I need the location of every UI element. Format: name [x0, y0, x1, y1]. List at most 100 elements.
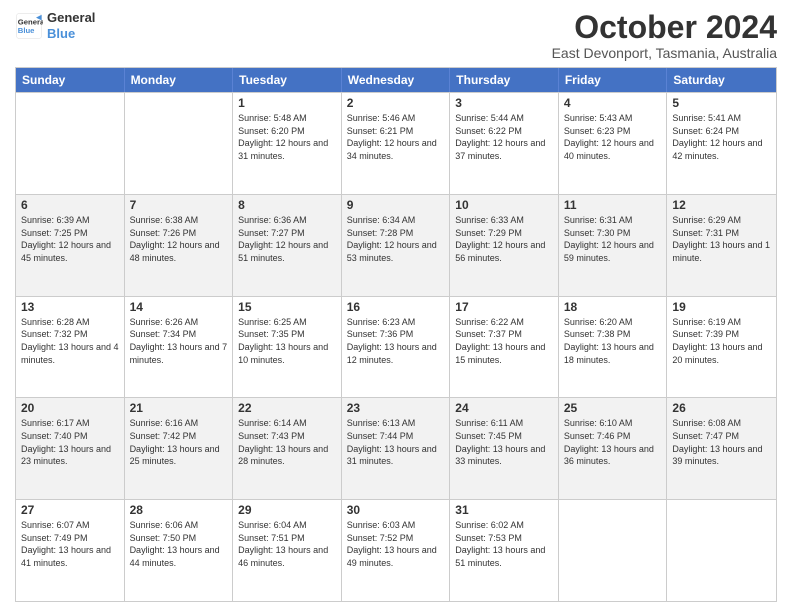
day-number: 11	[564, 198, 662, 212]
day-number: 24	[455, 401, 553, 415]
day-number: 29	[238, 503, 336, 517]
svg-text:Blue: Blue	[18, 26, 35, 35]
day-info: Sunrise: 5:43 AM Sunset: 6:23 PM Dayligh…	[564, 112, 662, 162]
day-info: Sunrise: 6:11 AM Sunset: 7:45 PM Dayligh…	[455, 417, 553, 467]
day-info: Sunrise: 6:31 AM Sunset: 7:30 PM Dayligh…	[564, 214, 662, 264]
day-number: 20	[21, 401, 119, 415]
cal-cell: 5 Sunrise: 5:41 AM Sunset: 6:24 PM Daylig…	[667, 93, 776, 194]
cal-cell: 17 Sunrise: 6:22 AM Sunset: 7:37 PM Dayli…	[450, 297, 559, 398]
title-block: October 2024 East Devonport, Tasmania, A…	[552, 10, 777, 61]
cal-cell: 29 Sunrise: 6:04 AM Sunset: 7:51 PM Dayli…	[233, 500, 342, 601]
cal-cell: 16 Sunrise: 6:23 AM Sunset: 7:36 PM Dayli…	[342, 297, 451, 398]
day-info: Sunrise: 5:41 AM Sunset: 6:24 PM Dayligh…	[672, 112, 771, 162]
day-info: Sunrise: 6:38 AM Sunset: 7:26 PM Dayligh…	[130, 214, 228, 264]
day-info: Sunrise: 5:48 AM Sunset: 6:20 PM Dayligh…	[238, 112, 336, 162]
day-number: 14	[130, 300, 228, 314]
header-cell-thursday: Thursday	[450, 68, 559, 92]
day-number: 26	[672, 401, 771, 415]
cal-cell	[667, 500, 776, 601]
cal-cell: 7 Sunrise: 6:38 AM Sunset: 7:26 PM Daylig…	[125, 195, 234, 296]
day-info: Sunrise: 6:02 AM Sunset: 7:53 PM Dayligh…	[455, 519, 553, 569]
cal-cell: 22Sunrise: 6:14 AM Sunset: 7:43 PM Dayli…	[233, 398, 342, 499]
cal-cell: 21 Sunrise: 6:16 AM Sunset: 7:42 PM Dayli…	[125, 398, 234, 499]
day-info: Sunrise: 5:44 AM Sunset: 6:22 PM Dayligh…	[455, 112, 553, 162]
header-cell-sunday: Sunday	[16, 68, 125, 92]
day-number: 7	[130, 198, 228, 212]
day-number: 16	[347, 300, 445, 314]
day-number: 23	[347, 401, 445, 415]
day-number: 27	[21, 503, 119, 517]
day-info: Sunrise: 5:46 AM Sunset: 6:21 PM Dayligh…	[347, 112, 445, 162]
day-info: Sunrise: 6:08 AM Sunset: 7:47 PM Dayligh…	[672, 417, 771, 467]
cal-cell	[16, 93, 125, 194]
logo-line1: General	[47, 10, 95, 26]
cal-cell: 27Sunrise: 6:07 AM Sunset: 7:49 PM Dayli…	[16, 500, 125, 601]
day-number: 10	[455, 198, 553, 212]
cal-cell: 18Sunrise: 6:20 AM Sunset: 7:38 PM Dayli…	[559, 297, 668, 398]
day-number: 25	[564, 401, 662, 415]
cal-cell: 15Sunrise: 6:25 AM Sunset: 7:35 PM Dayli…	[233, 297, 342, 398]
day-info: Sunrise: 6:22 AM Sunset: 7:37 PM Dayligh…	[455, 316, 553, 366]
cal-cell: 24 Sunrise: 6:11 AM Sunset: 7:45 PM Dayli…	[450, 398, 559, 499]
cal-cell: 4Sunrise: 5:43 AM Sunset: 6:23 PM Daylig…	[559, 93, 668, 194]
day-info: Sunrise: 6:26 AM Sunset: 7:34 PM Dayligh…	[130, 316, 228, 366]
header-cell-monday: Monday	[125, 68, 234, 92]
week-row-3: 13 Sunrise: 6:28 AM Sunset: 7:32 PM Dayli…	[16, 296, 776, 398]
day-info: Sunrise: 6:34 AM Sunset: 7:28 PM Dayligh…	[347, 214, 445, 264]
cal-cell: 31 Sunrise: 6:02 AM Sunset: 7:53 PM Dayli…	[450, 500, 559, 601]
day-number: 8	[238, 198, 336, 212]
day-number: 13	[21, 300, 119, 314]
calendar-body: 1Sunrise: 5:48 AM Sunset: 6:20 PM Daylig…	[16, 92, 776, 601]
cal-cell: 12Sunrise: 6:29 AM Sunset: 7:31 PM Dayli…	[667, 195, 776, 296]
day-number: 2	[347, 96, 445, 110]
day-info: Sunrise: 6:06 AM Sunset: 7:50 PM Dayligh…	[130, 519, 228, 569]
calendar: SundayMondayTuesdayWednesdayThursdayFrid…	[15, 67, 777, 602]
day-info: Sunrise: 6:10 AM Sunset: 7:46 PM Dayligh…	[564, 417, 662, 467]
day-number: 18	[564, 300, 662, 314]
cal-cell: 30 Sunrise: 6:03 AM Sunset: 7:52 PM Dayli…	[342, 500, 451, 601]
cal-cell: 25 Sunrise: 6:10 AM Sunset: 7:46 PM Dayli…	[559, 398, 668, 499]
day-number: 5	[672, 96, 771, 110]
cal-cell	[125, 93, 234, 194]
week-row-1: 1Sunrise: 5:48 AM Sunset: 6:20 PM Daylig…	[16, 92, 776, 194]
day-number: 17	[455, 300, 553, 314]
day-info: Sunrise: 6:16 AM Sunset: 7:42 PM Dayligh…	[130, 417, 228, 467]
cal-cell: 19 Sunrise: 6:19 AM Sunset: 7:39 PM Dayli…	[667, 297, 776, 398]
day-number: 31	[455, 503, 553, 517]
day-number: 3	[455, 96, 553, 110]
day-info: Sunrise: 6:33 AM Sunset: 7:29 PM Dayligh…	[455, 214, 553, 264]
calendar-subtitle: East Devonport, Tasmania, Australia	[552, 45, 777, 61]
day-number: 15	[238, 300, 336, 314]
logo-line2: Blue	[47, 26, 95, 42]
day-number: 30	[347, 503, 445, 517]
header-cell-tuesday: Tuesday	[233, 68, 342, 92]
day-info: Sunrise: 6:28 AM Sunset: 7:32 PM Dayligh…	[21, 316, 119, 366]
logo: General Blue General Blue	[15, 10, 95, 41]
header-cell-wednesday: Wednesday	[342, 68, 451, 92]
cal-cell: 1Sunrise: 5:48 AM Sunset: 6:20 PM Daylig…	[233, 93, 342, 194]
day-info: Sunrise: 6:13 AM Sunset: 7:44 PM Dayligh…	[347, 417, 445, 467]
day-info: Sunrise: 6:36 AM Sunset: 7:27 PM Dayligh…	[238, 214, 336, 264]
cal-cell	[559, 500, 668, 601]
week-row-5: 27Sunrise: 6:07 AM Sunset: 7:49 PM Dayli…	[16, 499, 776, 601]
cal-cell: 3 Sunrise: 5:44 AM Sunset: 6:22 PM Daylig…	[450, 93, 559, 194]
day-number: 21	[130, 401, 228, 415]
day-info: Sunrise: 6:23 AM Sunset: 7:36 PM Dayligh…	[347, 316, 445, 366]
cal-cell: 23 Sunrise: 6:13 AM Sunset: 7:44 PM Dayli…	[342, 398, 451, 499]
cal-cell: 8 Sunrise: 6:36 AM Sunset: 7:27 PM Daylig…	[233, 195, 342, 296]
day-info: Sunrise: 6:29 AM Sunset: 7:31 PM Dayligh…	[672, 214, 771, 264]
calendar-title: October 2024	[552, 10, 777, 45]
day-number: 28	[130, 503, 228, 517]
cal-cell: 2 Sunrise: 5:46 AM Sunset: 6:21 PM Daylig…	[342, 93, 451, 194]
day-info: Sunrise: 6:19 AM Sunset: 7:39 PM Dayligh…	[672, 316, 771, 366]
header-cell-friday: Friday	[559, 68, 668, 92]
logo-icon: General Blue	[15, 12, 43, 40]
day-number: 6	[21, 198, 119, 212]
day-info: Sunrise: 6:03 AM Sunset: 7:52 PM Dayligh…	[347, 519, 445, 569]
header-cell-saturday: Saturday	[667, 68, 776, 92]
day-info: Sunrise: 6:04 AM Sunset: 7:51 PM Dayligh…	[238, 519, 336, 569]
day-info: Sunrise: 6:39 AM Sunset: 7:25 PM Dayligh…	[21, 214, 119, 264]
cal-cell: 10 Sunrise: 6:33 AM Sunset: 7:29 PM Dayli…	[450, 195, 559, 296]
cal-cell: 28 Sunrise: 6:06 AM Sunset: 7:50 PM Dayli…	[125, 500, 234, 601]
day-number: 19	[672, 300, 771, 314]
